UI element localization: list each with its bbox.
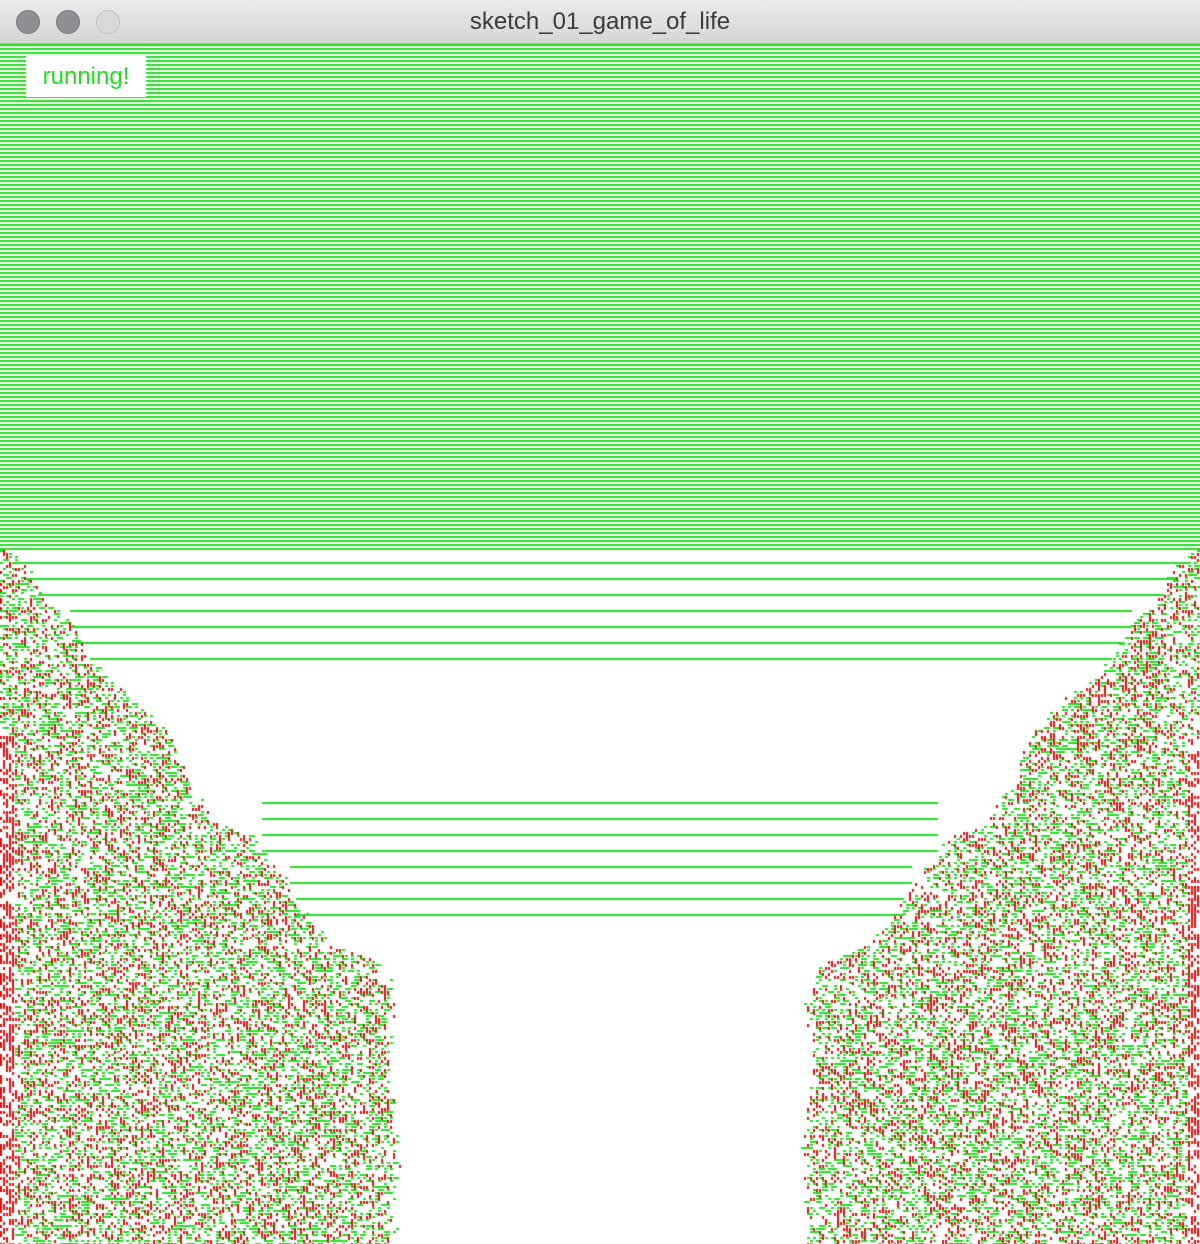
window-title: sketch_01_game_of_life <box>469 8 731 35</box>
app-window: sketch_01_game_of_life running! <box>0 0 1200 1244</box>
game-of-life-canvas[interactable] <box>0 44 1200 1244</box>
status-label: running! <box>26 56 146 97</box>
title-bar[interactable]: sketch_01_game_of_life <box>0 0 1200 44</box>
sketch-canvas-area[interactable]: running! <box>0 44 1200 1244</box>
